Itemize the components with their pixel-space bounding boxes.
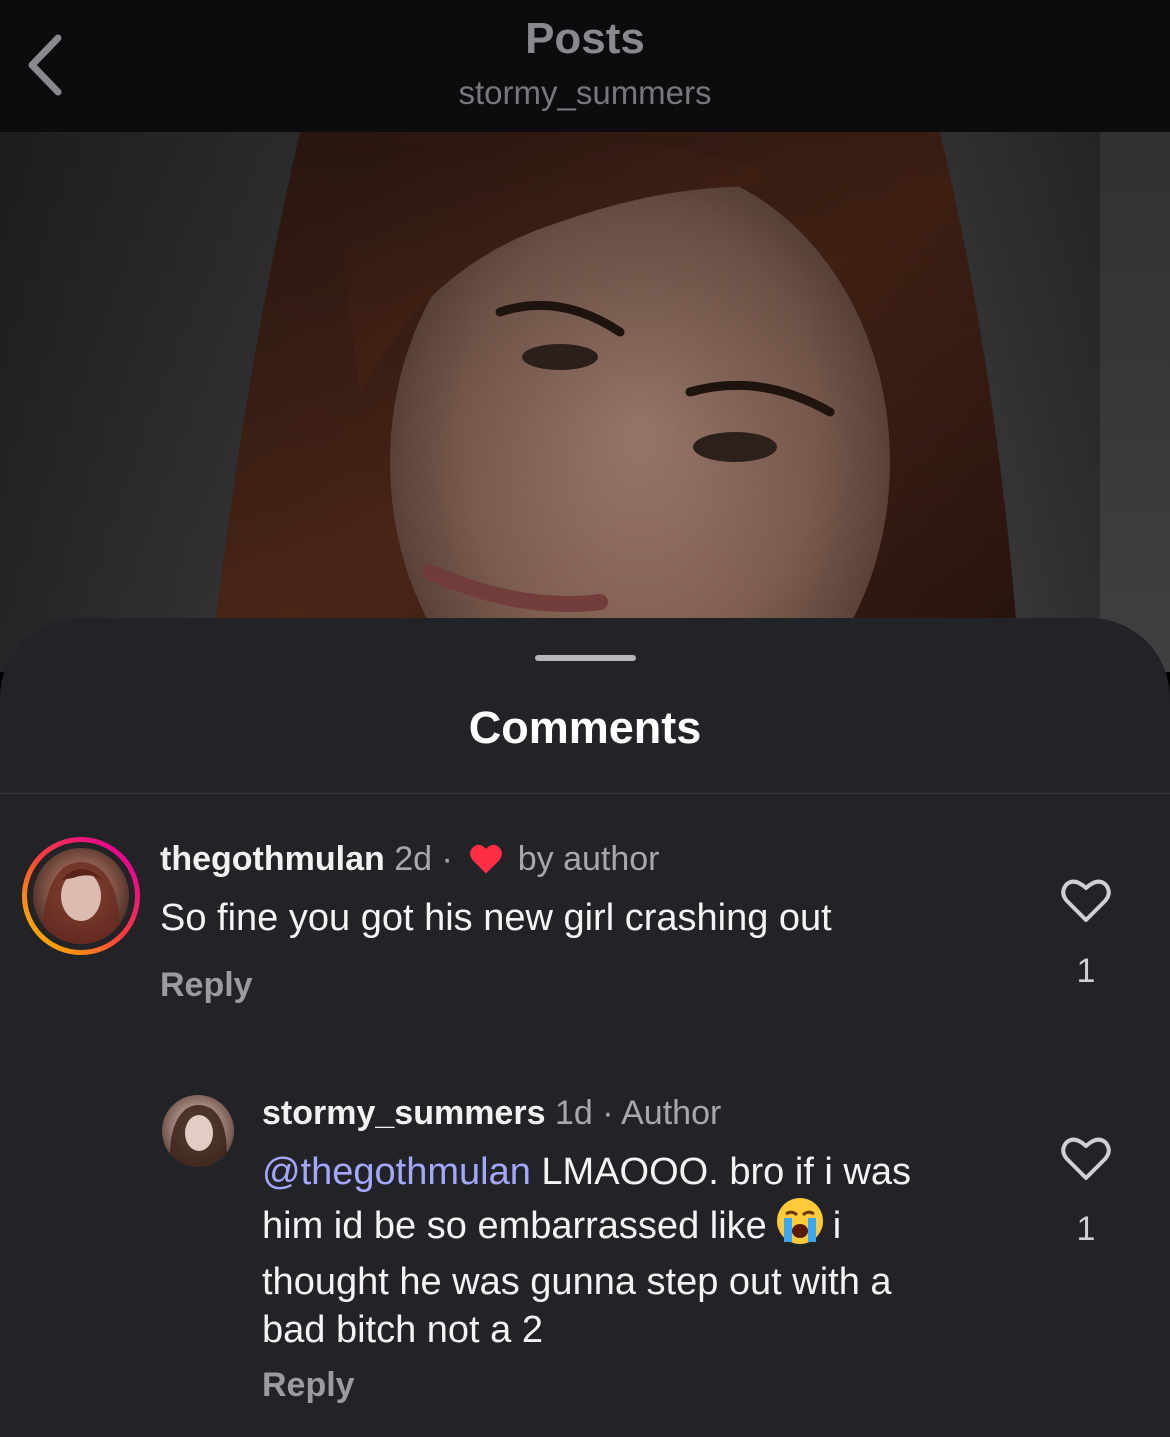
comment-time: 1d [554, 1094, 593, 1132]
comment-line-1: @thegothmulan LMAOOO. bro if i was [262, 1151, 911, 1193]
comment-reply-item: stormy_summers 1d · Author @thegothmulan… [0, 618, 1170, 1437]
reply-button[interactable]: Reply [262, 1366, 355, 1405]
comment-text: @thegothmulan LMAOOO. bro if i was him i… [262, 1148, 1022, 1354]
comments-sheet: Comments thegothmulan 2d · by author So … [0, 618, 1170, 1437]
post-image-illustration [0, 132, 1170, 672]
comment-line-4: bad bitch not a 2 [262, 1309, 543, 1351]
meta-separator: · [602, 1094, 614, 1132]
page-subtitle-username[interactable]: stormy_summers [0, 74, 1170, 112]
page-title: Posts [525, 14, 645, 63]
top-nav-bar: Posts stormy_summers [0, 0, 1170, 132]
comment-line-3: thought he was gunna step out with a [262, 1261, 892, 1303]
loudly-crying-face-emoji [775, 1196, 825, 1258]
mention-link[interactable]: @thegothmulan [262, 1151, 531, 1193]
comment-meta: stormy_summers 1d · Author [262, 1094, 721, 1133]
avatar[interactable] [162, 1095, 234, 1167]
heart-outline-icon [1061, 1137, 1111, 1180]
post-photo[interactable] [0, 132, 1170, 672]
author-badge: Author [621, 1094, 722, 1132]
like-count: 1 [1076, 1210, 1096, 1248]
comment-username[interactable]: stormy_summers [262, 1094, 545, 1132]
comment-line-2: him id be so embarrassed like i [262, 1196, 1022, 1258]
like-button[interactable] [1060, 1134, 1112, 1182]
avatar-illustration [169, 1105, 227, 1167]
